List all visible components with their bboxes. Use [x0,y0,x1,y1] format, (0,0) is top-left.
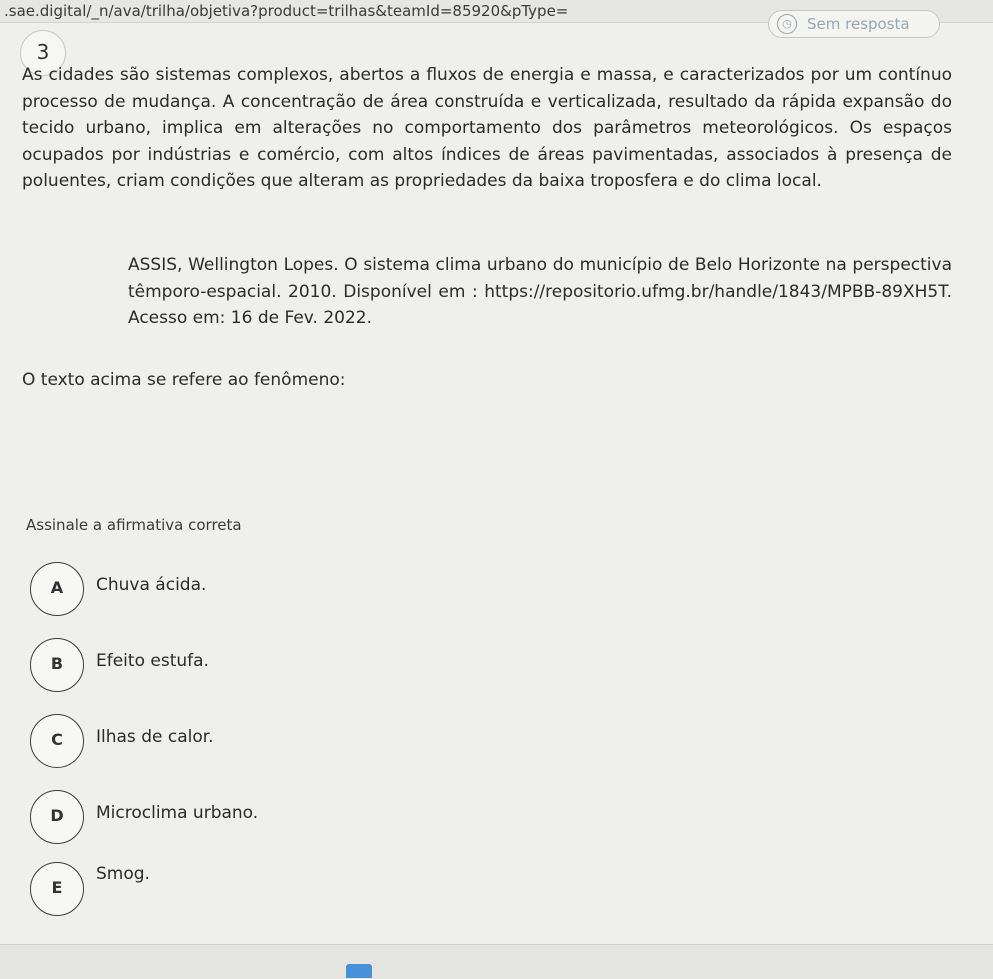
clock-icon: ◷ [777,14,797,34]
option-label[interactable]: Smog. [96,864,150,884]
option-a[interactable]: A Chuva ácida. [30,562,930,616]
option-letter[interactable]: C [30,714,84,768]
question-text: As cidades são sistemas complexos, abert… [22,65,952,191]
citation: ASSIS, Wellington Lopes. O sistema clima… [128,255,952,328]
option-c[interactable]: C Ilhas de calor. [30,714,930,768]
question-prompt: O texto acima se refere ao fenômeno: [22,370,346,390]
option-letter[interactable]: D [30,790,84,844]
option-b[interactable]: B Efeito estufa. [30,638,930,692]
option-letter[interactable]: E [30,862,84,916]
option-letter[interactable]: B [30,638,84,692]
option-d[interactable]: D Microclima urbano. [30,790,930,844]
option-e[interactable]: E Smog. [30,862,930,916]
option-label[interactable]: Chuva ácida. [96,575,206,595]
option-label[interactable]: Microclima urbano. [96,803,258,823]
option-label[interactable]: Ilhas de calor. [96,727,214,747]
status-badge: ◷ Sem resposta [768,10,940,38]
taskbar-app-icon[interactable] [346,964,372,978]
instruction-text: Assinale a afirmativa correta [26,516,242,534]
option-letter[interactable]: A [30,562,84,616]
option-label[interactable]: Efeito estufa. [96,651,209,671]
status-text: Sem resposta [807,15,910,33]
bottom-bar [0,944,993,979]
